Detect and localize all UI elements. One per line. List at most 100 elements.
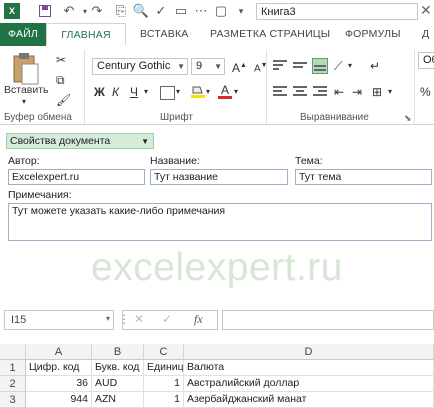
more-commands-icon[interactable]: ⋯ [192,3,210,19]
table-cell[interactable]: Азербайджанский манат [184,392,434,408]
fill-dropdown-icon[interactable]: ▾ [206,84,210,100]
formula-input[interactable] [222,310,434,330]
group-label-clipboard: Буфер обмена [4,112,72,123]
table-cell[interactable]: 1 [144,376,184,392]
tab-formulas[interactable]: ФОРМУЛЫ [345,23,401,46]
table-cell[interactable]: Букв. код [92,360,144,376]
underline-button[interactable]: Ч [130,84,138,100]
name-box-dropdown-icon[interactable]: ▾ [106,314,110,323]
excel-logo-icon: X [4,3,20,19]
paste-button[interactable]: Вставить [4,82,49,98]
print-preview-icon[interactable]: 🔍 [132,3,150,19]
table-cell[interactable]: AZN [92,392,144,408]
format-painter-brush-icon[interactable]: 🖌 [56,92,71,108]
font-size-value: 9 [196,60,203,72]
tab-home[interactable]: ГЛАВНАЯ [46,23,126,46]
chevron-down-icon: ▼ [177,62,185,71]
table-cell[interactable]: 1 [144,392,184,408]
column-header-d[interactable]: D [184,344,434,360]
percent-icon[interactable]: % [420,84,431,100]
chevron-down-icon: ▼ [214,62,222,71]
group-separator [84,50,85,124]
customize-qat-icon[interactable]: ▾ [232,3,250,19]
align-top-icon[interactable] [272,58,288,74]
orientation-dropdown-icon[interactable]: ▾ [348,58,352,74]
row-header[interactable]: 3 [0,392,26,408]
document-properties-label: Свойства документа [10,135,111,147]
align-center-icon[interactable] [292,84,308,100]
table-cell[interactable]: Единиц [144,360,184,376]
orientation-icon[interactable]: ⟋ [334,58,342,74]
tab-data[interactable]: Д [422,23,429,46]
copy-icon[interactable]: ⧉ [56,72,65,88]
italic-button[interactable]: К [112,84,119,100]
font-size-select[interactable]: 9 ▼ [191,58,225,75]
table-cell[interactable]: Валюта [184,360,434,376]
font-name-select[interactable]: Century Gothic ▼ [92,58,188,75]
spelling-icon[interactable]: ✓ [152,3,170,19]
align-left-icon[interactable] [272,84,288,100]
chevron-down-icon: ▼ [141,137,149,146]
table-cell[interactable]: Цифр. код [26,360,92,376]
group-separator [266,50,267,124]
column-header-b[interactable]: B [92,344,144,360]
column-header-a[interactable]: A [26,344,92,360]
table-cell[interactable]: 944 [26,392,92,408]
watermark: excelexpert.ru [91,246,343,289]
font-name-value: Century Gothic [97,60,171,72]
underline-dropdown-icon[interactable]: ▾ [144,84,148,100]
save-icon[interactable] [36,3,54,19]
font-color-icon[interactable]: A [218,84,232,100]
table-cell[interactable]: AUD [92,376,144,392]
wrap-text-icon[interactable]: ↵ [370,58,380,74]
table-cell[interactable]: Австралийский доллар [184,376,434,392]
borders-dropdown-icon[interactable]: ▾ [176,84,180,100]
subject-field[interactable]: Тут тема [295,169,432,185]
workbook-title: Книга3 [256,3,418,20]
subject-label: Тема: [295,155,323,167]
author-field[interactable]: Excelexpert.ru [8,169,145,185]
table-cell[interactable]: 36 [26,376,92,392]
number-format-select[interactable]: Об [418,52,434,69]
formula-bar-divider-icon: ⋮ [118,312,130,326]
tab-page-layout[interactable]: РАЗМЕТКА СТРАНИЦЫ [210,23,330,46]
comments-field[interactable]: Тут можете указать какие-либо примечания [8,203,432,241]
paste-dropdown-icon[interactable]: ▾ [22,94,26,110]
select-all-corner[interactable] [0,344,26,360]
cut-icon[interactable]: ✂ [56,52,66,68]
group-separator [414,50,415,124]
merge-center-icon[interactable]: ⊞ [372,84,382,100]
title-field[interactable]: Тут название [150,169,288,185]
alignment-launcher-icon[interactable]: ⬊ [404,113,412,124]
row-header[interactable]: 1 [0,360,26,376]
insert-function-icon[interactable]: fx [194,312,203,327]
increase-indent-icon[interactable]: ⇥ [352,84,362,100]
decrease-indent-icon[interactable]: ⇤ [334,84,344,100]
close-icon[interactable]: ✕ [420,2,432,19]
column-header-c[interactable]: C [144,344,184,360]
merge-dropdown-icon[interactable]: ▾ [388,84,392,100]
tab-file[interactable]: ФАЙЛ [0,23,46,46]
title-label: Название: [150,155,200,167]
group-label-font: Шрифт [160,112,193,123]
cancel-icon[interactable]: ✕ [134,312,144,326]
align-middle-icon[interactable] [292,58,308,74]
row-header[interactable]: 2 [0,376,26,392]
enter-icon[interactable]: ✓ [162,312,172,326]
new-icon[interactable]: ▢ [212,3,230,19]
open-icon[interactable]: ▭ [172,3,190,19]
fill-color-icon[interactable] [190,85,206,99]
borders-icon[interactable] [160,86,175,100]
group-label-alignment: Выравнивание [300,112,369,123]
tab-insert[interactable]: ВСТАВКА [140,23,188,46]
format-painter-icon[interactable]: ⎘ [112,3,130,19]
align-bottom-icon[interactable] [312,58,328,74]
document-properties-button[interactable]: Свойства документа ▼ [6,133,154,149]
increase-font-icon[interactable]: A▲ [232,58,247,76]
comments-label: Примечания: [8,189,72,201]
align-right-icon[interactable] [312,84,328,100]
font-color-dropdown-icon[interactable]: ▾ [234,84,238,100]
redo-icon[interactable]: ↷ [88,3,106,19]
name-box[interactable]: I15 [4,310,114,330]
bold-button[interactable]: Ж [94,84,105,100]
